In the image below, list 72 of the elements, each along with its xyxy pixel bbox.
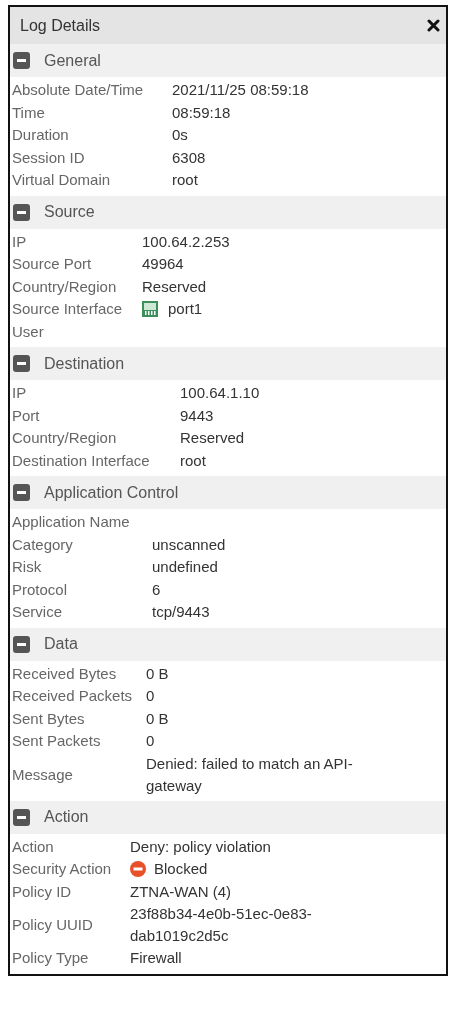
field-value: 49964 — [142, 254, 184, 275]
field-value: Blocked — [154, 859, 208, 880]
field-value: 0s — [172, 125, 188, 146]
field-label: Risk — [12, 557, 43, 578]
field-value: root — [180, 450, 206, 471]
field-value: tcp/9443 — [152, 602, 210, 623]
field-value: ZTNA-WAN (4) — [130, 881, 232, 902]
field-value: Reserved — [142, 276, 207, 297]
field-value: unscanned — [152, 534, 226, 555]
section-header[interactable]: General — [10, 44, 446, 77]
field-label: Policy ID — [12, 881, 73, 902]
blocked-icon — [130, 861, 146, 878]
field-label: Service — [12, 602, 64, 623]
collapse-icon[interactable] — [13, 355, 30, 372]
section-header[interactable]: Destination — [10, 347, 446, 380]
collapse-icon[interactable] — [13, 808, 30, 826]
field-value: Deny: policy violation — [130, 836, 271, 857]
field-value: Reserved — [180, 428, 245, 449]
field-label: Source Interface — [12, 299, 124, 320]
field-label: Time — [12, 102, 46, 123]
field-label: Session ID — [12, 147, 86, 168]
field-value: port1 — [168, 299, 203, 320]
close-icon[interactable] — [427, 19, 440, 32]
field-label: Virtual Domain — [12, 170, 112, 191]
field-label: Country/Region — [12, 276, 118, 297]
field-value: 0 — [146, 686, 155, 707]
field-value: Denied: failed to match an API-gateway — [146, 753, 354, 796]
field-value: 6 — [152, 579, 161, 600]
field-label: IP — [12, 383, 28, 404]
field-label: Received Packets — [12, 686, 134, 707]
field-label: Security Action — [12, 859, 113, 880]
field-label: Sent Packets — [12, 731, 102, 752]
field-label: Received Bytes — [12, 663, 118, 684]
field-label: Category — [12, 534, 74, 555]
field-label: Destination Interface — [12, 450, 151, 471]
field-value: 23f88b34-4e0b-51ec-0e83-dab1019c2d5c — [130, 904, 313, 946]
field-label: Policy Type — [12, 948, 90, 969]
field-label: Action — [12, 836, 55, 857]
section-header[interactable]: Source — [10, 195, 446, 229]
field-label: Duration — [12, 125, 70, 146]
section-header[interactable]: Data — [10, 627, 446, 661]
field-label: Absolute Date/Time — [12, 80, 145, 101]
field-value: 08:59:18 — [172, 102, 231, 123]
collapse-icon[interactable] — [13, 52, 30, 69]
field-value: 100.64.2.253 — [142, 231, 230, 252]
field-value: 0 — [146, 731, 155, 752]
field-value: 100.64.1.10 — [180, 383, 260, 404]
field-value: undefined — [152, 557, 218, 578]
field-label: Source Port — [12, 254, 93, 275]
field-label: Application Name — [12, 512, 131, 533]
field-value: 6308 — [172, 147, 206, 168]
collapse-icon[interactable] — [13, 203, 30, 221]
collapse-icon[interactable] — [13, 484, 30, 501]
field-value: 2021/11/25 08:59:18 — [172, 80, 309, 101]
field-value: 9443 — [180, 405, 214, 426]
field-label: Port — [12, 405, 41, 426]
field-label: Protocol — [12, 579, 69, 600]
field-label: User — [12, 321, 45, 342]
field-value: root — [172, 170, 198, 191]
window-title: Log Details — [20, 16, 101, 35]
field-value: 0 B — [146, 708, 169, 729]
collapse-icon[interactable] — [13, 635, 30, 653]
field-label: Sent Bytes — [12, 708, 86, 729]
field-label: IP — [12, 231, 28, 252]
field-label: Policy UUID — [12, 915, 94, 935]
section-header[interactable]: Application Control — [10, 476, 446, 509]
port-icon — [142, 301, 158, 318]
field-value: 0 B — [146, 663, 169, 684]
section-header[interactable]: Action — [10, 800, 446, 834]
field-value: Firewall — [130, 948, 182, 969]
field-label: Message — [12, 764, 74, 785]
field-label: Country/Region — [12, 428, 118, 449]
